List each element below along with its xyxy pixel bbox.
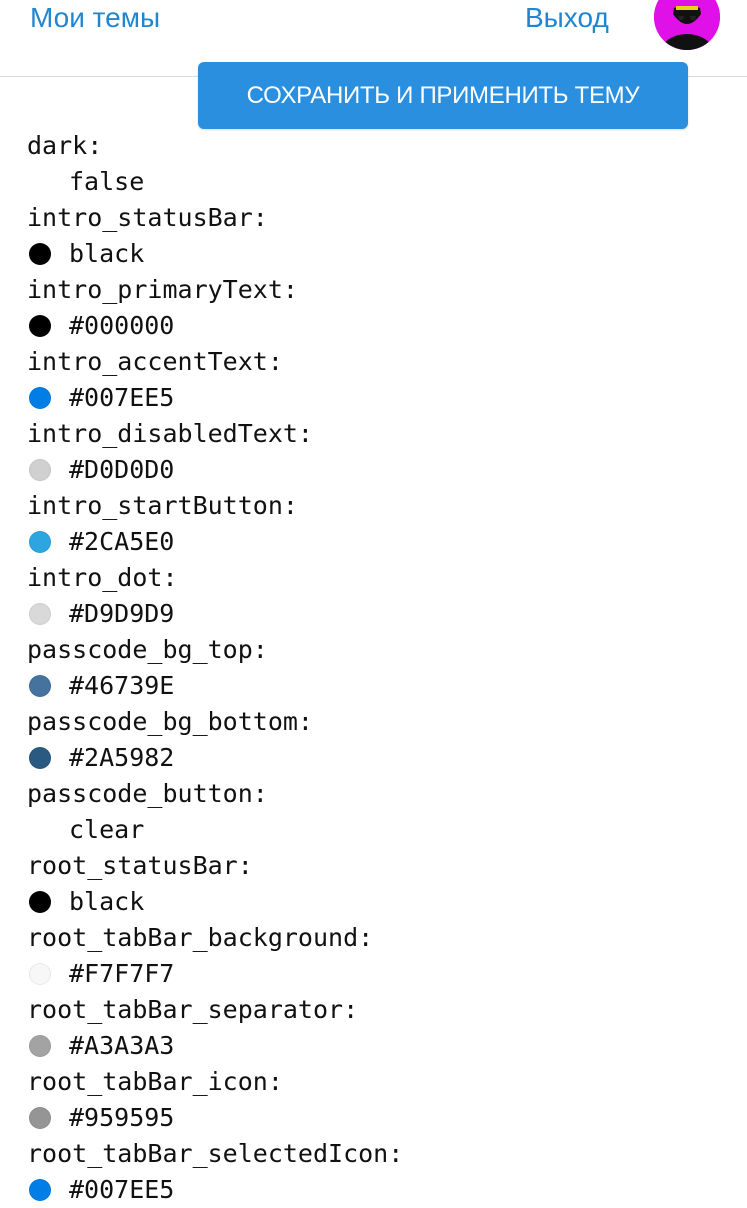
theme-key-label: root_tabBar_icon: — [27, 1067, 283, 1096]
theme-value-row: #2A5982 — [27, 740, 727, 776]
theme-key-label: dark: — [27, 131, 103, 160]
theme-key-label: passcode_bg_top: — [27, 635, 268, 664]
color-swatch-icon[interactable] — [29, 1107, 51, 1129]
theme-value-row: #959595 — [27, 1100, 727, 1136]
theme-value-row: clear — [27, 812, 727, 848]
theme-properties-list: dark: false intro_statusBar:black intro_pri… — [27, 128, 727, 1208]
theme-value-text: #000000 — [69, 311, 175, 340]
theme-value-text: #959595 — [69, 1103, 175, 1132]
theme-value-row: #F7F7F7 — [27, 956, 727, 992]
theme-value-row: #D0D0D0 — [27, 452, 727, 488]
theme-value-text: #D0D0D0 — [69, 455, 175, 484]
logout-link[interactable]: Выход — [525, 0, 609, 36]
color-swatch-icon[interactable] — [29, 459, 51, 481]
theme-key-label: intro_startButton: — [27, 491, 298, 520]
theme-value-row: #2CA5E0 — [27, 524, 727, 560]
color-swatch-icon[interactable] — [29, 963, 51, 985]
theme-key-label: intro_accentText: — [27, 347, 283, 376]
theme-value-text: #007EE5 — [69, 1175, 175, 1204]
theme-key-label: intro_statusBar: — [27, 203, 268, 232]
theme-key-label: intro_primaryText: — [27, 275, 298, 304]
theme-value-text: #D9D9D9 — [69, 599, 175, 628]
theme-value-text: #007EE5 — [69, 383, 175, 412]
color-swatch-icon[interactable] — [29, 1179, 51, 1201]
theme-key-label: intro_dot: — [27, 563, 178, 592]
theme-value-text: #46739E — [69, 671, 175, 700]
theme-key-label: passcode_button: — [27, 779, 268, 808]
theme-value-row: #A3A3A3 — [27, 1028, 727, 1064]
theme-value-row: black — [27, 236, 727, 272]
color-swatch-icon[interactable] — [29, 891, 51, 913]
theme-value-text: #A3A3A3 — [69, 1031, 175, 1060]
theme-value-text: #2CA5E0 — [69, 527, 175, 556]
theme-value-row: #007EE5 — [27, 1172, 727, 1208]
user-avatar-icon — [654, 0, 720, 50]
color-swatch-icon[interactable] — [29, 243, 51, 265]
theme-value-row: #D9D9D9 — [27, 596, 727, 632]
theme-value-text: clear — [69, 815, 145, 844]
color-swatch-icon[interactable] — [29, 747, 51, 769]
my-themes-link[interactable]: Мои темы — [30, 0, 164, 36]
avatar[interactable] — [654, 0, 720, 50]
color-swatch-icon[interactable] — [29, 675, 51, 697]
theme-key-label: passcode_bg_bottom: — [27, 707, 313, 736]
theme-value-row: #000000 — [27, 308, 727, 344]
color-swatch-icon[interactable] — [29, 315, 51, 337]
color-swatch-icon[interactable] — [29, 1035, 51, 1057]
theme-value-row: false — [27, 164, 727, 200]
theme-value-text: #F7F7F7 — [69, 959, 175, 988]
save-and-apply-theme-button[interactable]: СОХРАНИТЬ И ПРИМЕНИТЬ ТЕМУ — [198, 62, 688, 129]
color-swatch-icon[interactable] — [29, 531, 51, 553]
theme-value-row: #007EE5 — [27, 380, 727, 416]
theme-value-row: black — [27, 884, 727, 920]
theme-value-text: black — [69, 887, 145, 916]
theme-value-text: #2A5982 — [69, 743, 175, 772]
theme-value-text: black — [69, 239, 145, 268]
theme-key-label: root_tabBar_separator: — [27, 995, 359, 1024]
theme-key-label: intro_disabledText: — [27, 419, 313, 448]
color-swatch-icon[interactable] — [29, 603, 51, 625]
theme-key-label: root_statusBar: — [27, 851, 253, 880]
color-swatch-icon[interactable] — [29, 387, 51, 409]
theme-value-row: #46739E — [27, 668, 727, 704]
theme-value-text: false — [69, 167, 145, 196]
theme-key-label: root_tabBar_selectedIcon: — [27, 1139, 404, 1168]
theme-key-label: root_tabBar_background: — [27, 923, 374, 952]
